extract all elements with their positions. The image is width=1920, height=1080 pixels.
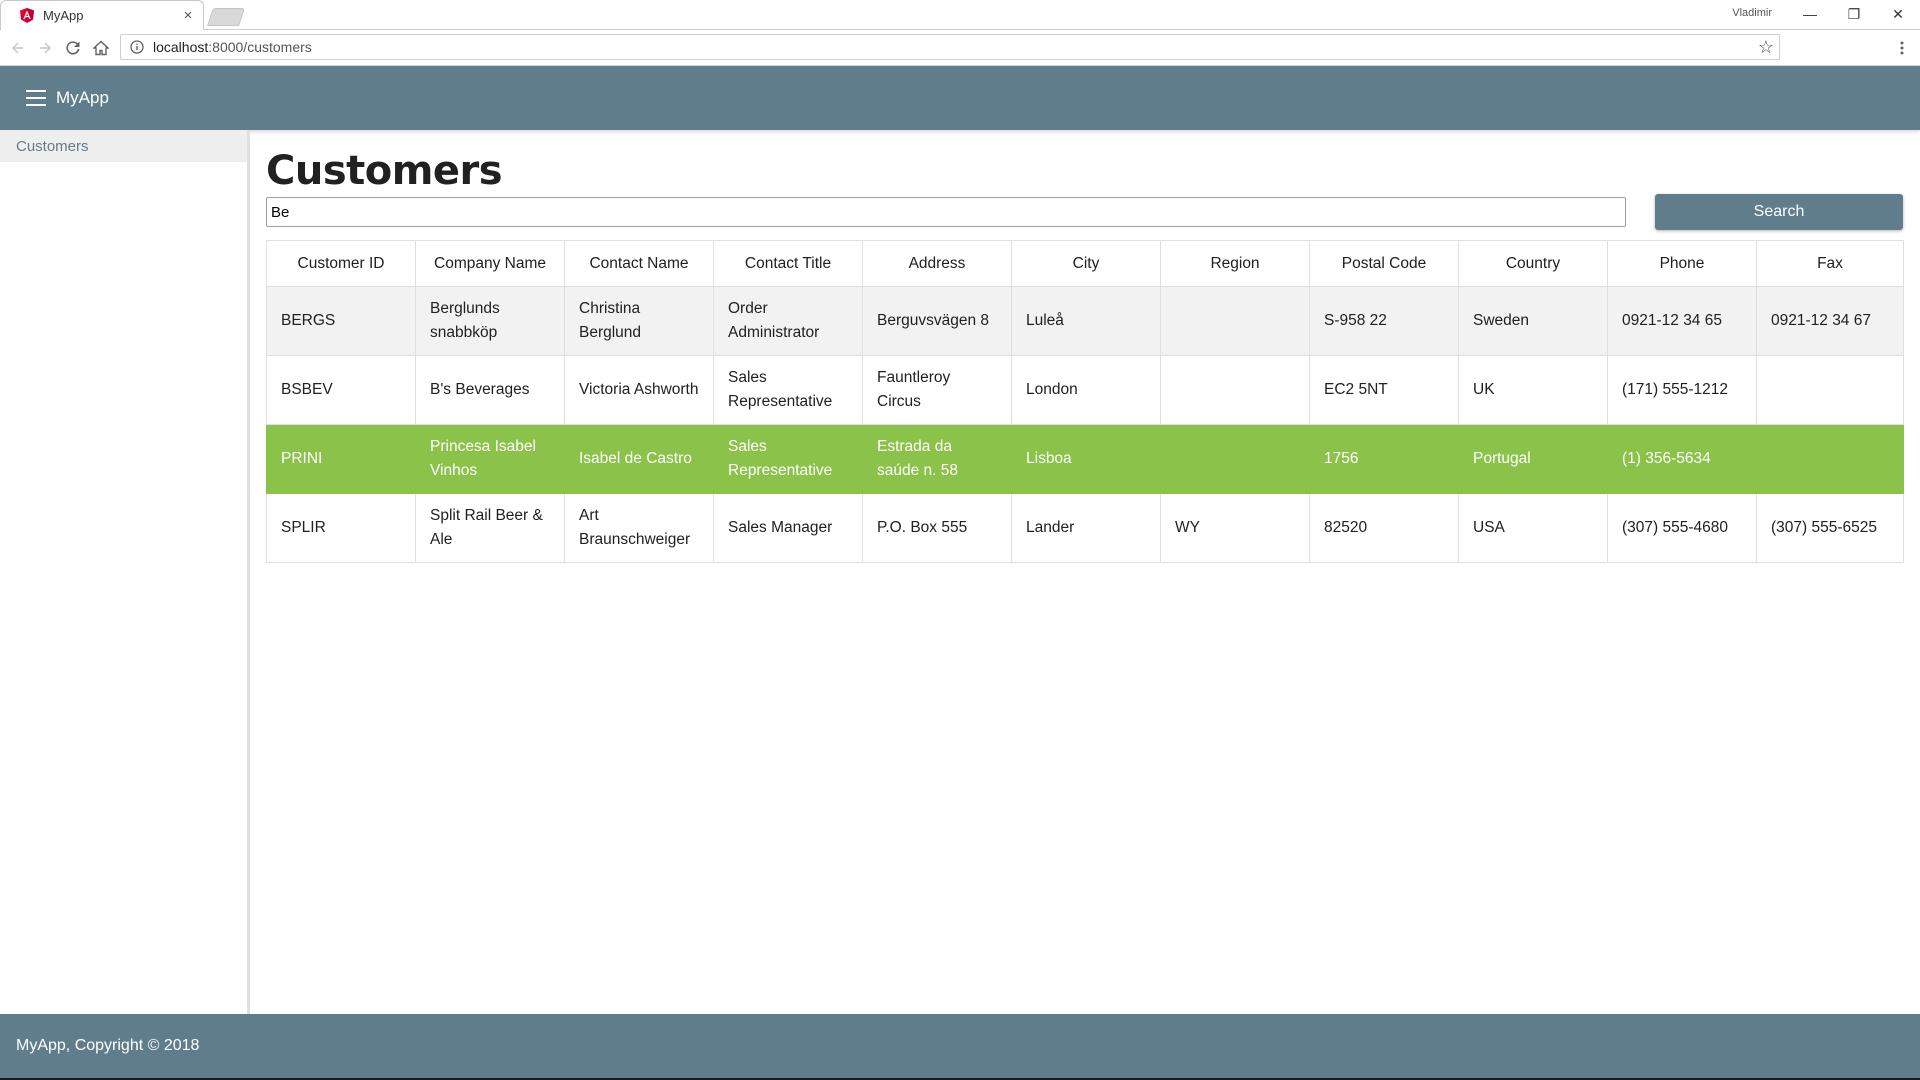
restore-icon[interactable]: ❐	[1832, 0, 1876, 28]
table-cell: BERGS	[266, 286, 416, 356]
browser-toolbar: localhost:8000/customers ☆	[0, 30, 1920, 66]
table-cell: Sales Representative	[713, 424, 863, 494]
angular-icon	[19, 8, 35, 24]
table-cell	[1756, 424, 1904, 494]
table-cell: SPLIR	[266, 493, 416, 563]
table-cell: Lander	[1011, 493, 1161, 563]
url-text: localhost:8000/customers	[153, 39, 1753, 55]
table-row-selected[interactable]: PRINI Princesa Isabel Vinhos Isabel de C…	[266, 424, 1904, 494]
table-header-row: Customer ID Company Name Contact Name Co…	[266, 240, 1904, 287]
search-input[interactable]	[266, 197, 1626, 227]
table-cell: Christina Berglund	[564, 286, 714, 356]
table-cell: Berglunds snabbköp	[415, 286, 565, 356]
back-arrow-icon[interactable]	[4, 34, 32, 62]
menu-dots-icon[interactable]	[1890, 34, 1914, 62]
table-cell: WY	[1160, 493, 1310, 563]
hamburger-icon[interactable]	[26, 90, 46, 106]
table-cell: Portugal	[1458, 424, 1608, 494]
table-cell: 0921-12 34 65	[1607, 286, 1757, 356]
tab-close-icon[interactable]: ×	[177, 5, 199, 27]
table-cell: Sweden	[1458, 286, 1608, 356]
star-icon[interactable]: ☆	[1753, 35, 1779, 59]
column-header[interactable]: Customer ID	[266, 240, 416, 287]
table-cell: Luleå	[1011, 286, 1161, 356]
table-cell: 1756	[1309, 424, 1459, 494]
footer-copyright: MyApp, Copyright © 2018	[16, 1037, 200, 1054]
address-bar[interactable]: localhost:8000/customers ☆	[120, 34, 1780, 60]
table-cell: Estrada da saúde n. 58	[862, 424, 1012, 494]
app-header: MyApp	[0, 66, 1920, 130]
table-cell: P.O. Box 555	[862, 493, 1012, 563]
page-title: Customers	[266, 148, 503, 194]
table-cell: B's Beverages	[415, 355, 565, 425]
table-cell	[1756, 355, 1904, 425]
table-cell: Berguvsvägen 8	[862, 286, 1012, 356]
table-cell: Princesa Isabel Vinhos	[415, 424, 565, 494]
table-cell: Victoria Ashworth	[564, 355, 714, 425]
table-cell: S-958 22	[1309, 286, 1459, 356]
column-header[interactable]: Contact Name	[564, 240, 714, 287]
url-path: :8000/customers	[208, 39, 312, 55]
table-cell: London	[1011, 355, 1161, 425]
tab-title: MyApp	[43, 8, 84, 23]
column-header[interactable]: Fax	[1756, 240, 1904, 287]
reload-icon[interactable]	[59, 34, 87, 62]
table-cell: USA	[1458, 493, 1608, 563]
table-cell: 82520	[1309, 493, 1459, 563]
column-header[interactable]: Address	[862, 240, 1012, 287]
table-cell: UK	[1458, 355, 1608, 425]
table-cell: Order Administrator	[713, 286, 863, 356]
table-cell: 0921-12 34 67	[1756, 286, 1904, 356]
sidebar-item-customers[interactable]: Customers	[0, 130, 247, 162]
app-footer: MyApp, Copyright © 2018	[0, 1014, 1920, 1078]
column-header[interactable]: Region	[1160, 240, 1310, 287]
table-row[interactable]: SPLIR Split Rail Beer & Ale Art Braunsch…	[266, 493, 1904, 563]
new-tab-button[interactable]	[207, 8, 245, 26]
column-header[interactable]: Country	[1458, 240, 1608, 287]
table-cell	[1160, 424, 1310, 494]
table-cell: EC2 5NT	[1309, 355, 1459, 425]
table-cell: (307) 555-6525	[1756, 493, 1904, 563]
app-title: MyApp	[56, 88, 109, 107]
table-cell	[1160, 286, 1310, 356]
customers-table: Customer ID Company Name Contact Name Co…	[266, 240, 1904, 563]
table-row[interactable]: BERGS Berglunds snabbköp Christina Bergl…	[266, 286, 1904, 356]
table-row[interactable]: BSBEV B's Beverages Victoria Ashworth Sa…	[266, 355, 1904, 425]
table-cell: Sales Representative	[713, 355, 863, 425]
table-cell: Fauntleroy Circus	[862, 355, 1012, 425]
window-controls: — ❐ ✕	[1788, 0, 1920, 28]
close-window-icon[interactable]: ✕	[1876, 0, 1920, 28]
table-cell: (171) 555-1212	[1607, 355, 1757, 425]
table-cell: PRINI	[266, 424, 416, 494]
column-header[interactable]: City	[1011, 240, 1161, 287]
browser-user-name[interactable]: Vladimir	[1732, 7, 1772, 19]
main-content: Customers Search Customer ID Company Nam…	[253, 130, 1920, 1014]
table-cell: (1) 356-5634	[1607, 424, 1757, 494]
url-host: localhost	[153, 39, 209, 55]
home-icon[interactable]	[87, 34, 115, 62]
table-cell: Isabel de Castro	[564, 424, 714, 494]
minimize-icon[interactable]: —	[1788, 0, 1832, 28]
search-button[interactable]: Search	[1655, 194, 1903, 230]
browser-tab[interactable]: MyApp ×	[0, 0, 204, 30]
column-header[interactable]: Phone	[1607, 240, 1757, 287]
table-cell: Split Rail Beer & Ale	[415, 493, 565, 563]
table-cell	[1160, 355, 1310, 425]
column-header[interactable]: Contact Title	[713, 240, 863, 287]
table-cell: Sales Manager	[713, 493, 863, 563]
info-icon[interactable]	[129, 39, 145, 55]
table-cell: Lisboa	[1011, 424, 1161, 494]
table-cell: (307) 555-4680	[1607, 493, 1757, 563]
column-header[interactable]: Company Name	[415, 240, 565, 287]
table-cell: BSBEV	[266, 355, 416, 425]
sidebar: Customers	[0, 130, 250, 1014]
table-cell: Art Braunschweiger	[564, 493, 714, 563]
column-header[interactable]: Postal Code	[1309, 240, 1459, 287]
browser-tab-strip: MyApp × Vladimir — ❐ ✕	[0, 0, 1920, 30]
forward-arrow-icon[interactable]	[31, 34, 59, 62]
